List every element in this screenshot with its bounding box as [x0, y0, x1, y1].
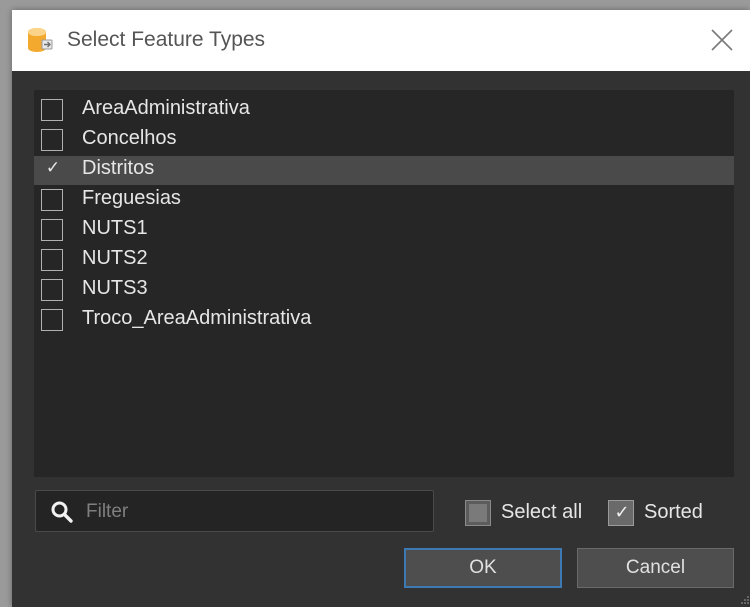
feature-type-label: Freguesias — [82, 187, 181, 209]
search-icon — [51, 501, 73, 523]
list-item[interactable]: AreaAdministrativa — [34, 96, 734, 125]
checkmark-icon: ✓ — [614, 502, 630, 523]
cancel-button[interactable]: Cancel — [577, 548, 734, 588]
close-icon[interactable] — [707, 24, 737, 56]
title-bar: Select Feature Types — [12, 10, 750, 71]
checkbox[interactable] — [41, 309, 63, 331]
checkbox[interactable] — [41, 249, 63, 271]
list-item[interactable]: Concelhos — [34, 126, 734, 155]
feature-type-label: NUTS1 — [82, 217, 148, 239]
list-item[interactable]: Freguesias — [34, 186, 734, 215]
feature-type-label: AreaAdministrativa — [82, 97, 250, 119]
filter-input[interactable] — [84, 495, 428, 529]
checkbox[interactable] — [41, 129, 63, 151]
checkbox[interactable] — [41, 219, 63, 241]
feature-type-label: Concelhos — [82, 127, 177, 149]
database-icon — [28, 28, 53, 52]
checkbox[interactable] — [465, 500, 491, 526]
list-item[interactable]: NUTS1 — [34, 216, 734, 245]
list-item[interactable]: NUTS2 — [34, 246, 734, 275]
select-feature-types-dialog: Select Feature Types AreaAdministrativa … — [12, 10, 750, 607]
feature-type-label: NUTS2 — [82, 247, 148, 269]
checkbox[interactable]: ✓ — [608, 500, 634, 526]
resize-grip-icon[interactable] — [740, 595, 750, 605]
sorted-label: Sorted — [644, 501, 703, 523]
list-item[interactable]: ✓ Distritos — [34, 156, 734, 185]
feature-type-label: Troco_AreaAdministrativa — [82, 307, 312, 329]
checkbox[interactable] — [41, 279, 63, 301]
list-item[interactable]: Troco_AreaAdministrativa — [34, 306, 734, 335]
dialog-title: Select Feature Types — [67, 28, 266, 51]
checkbox[interactable] — [41, 189, 63, 211]
checkbox[interactable] — [41, 99, 63, 121]
ok-button[interactable]: OK — [404, 548, 562, 588]
checkmark-icon: ✓ — [45, 158, 61, 178]
checkbox[interactable]: ✓ — [41, 158, 63, 181]
select-all-checkbox[interactable]: Select all — [465, 500, 585, 528]
feature-type-label: NUTS3 — [82, 277, 148, 299]
feature-type-label: Distritos — [82, 157, 155, 179]
filter-field[interactable] — [35, 490, 434, 532]
select-all-label: Select all — [501, 501, 583, 523]
list-item[interactable]: NUTS3 — [34, 276, 734, 305]
feature-type-list[interactable]: AreaAdministrativa Concelhos ✓ Distritos… — [34, 90, 734, 477]
sorted-checkbox[interactable]: ✓ Sorted — [608, 500, 718, 528]
